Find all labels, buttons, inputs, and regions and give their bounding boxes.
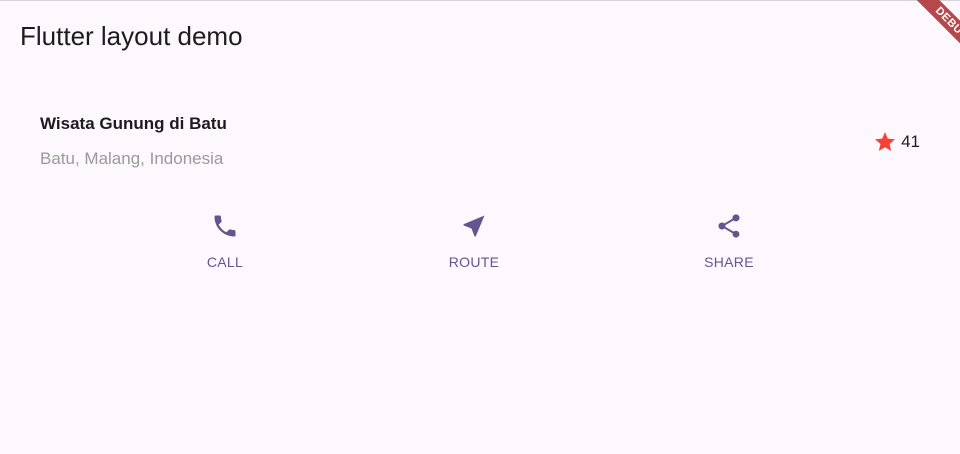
route-label: ROUTE	[448, 254, 500, 270]
share-icon	[718, 214, 740, 238]
place-location: Batu, Malang, Indonesia	[40, 149, 224, 168]
call-label: CALL	[206, 254, 244, 270]
title-section: Wisata Gunung di Batu Batu, Malang, Indo…	[40, 112, 920, 176]
navigation-icon	[463, 215, 485, 237]
debug-ribbon-label: DEBUG	[910, 0, 960, 66]
app-bar-title: Flutter layout demo	[20, 21, 243, 51]
app-bar: Flutter layout demo	[0, 1, 960, 71]
debug-banner: DEBUG	[888, 0, 960, 72]
share-label: SHARE	[704, 254, 754, 270]
phone-icon	[214, 215, 236, 237]
rating-count: 41	[901, 132, 920, 151]
call-button[interactable]: CALL	[175, 212, 275, 276]
share-button[interactable]: SHARE	[679, 212, 779, 276]
rating: 41	[873, 130, 920, 154]
route-button[interactable]: ROUTE	[424, 212, 524, 276]
star-icon	[875, 132, 896, 151]
button-section: CALL ROUTE SHARE	[0, 212, 960, 276]
place-name: Wisata Gunung di Batu	[40, 114, 227, 133]
